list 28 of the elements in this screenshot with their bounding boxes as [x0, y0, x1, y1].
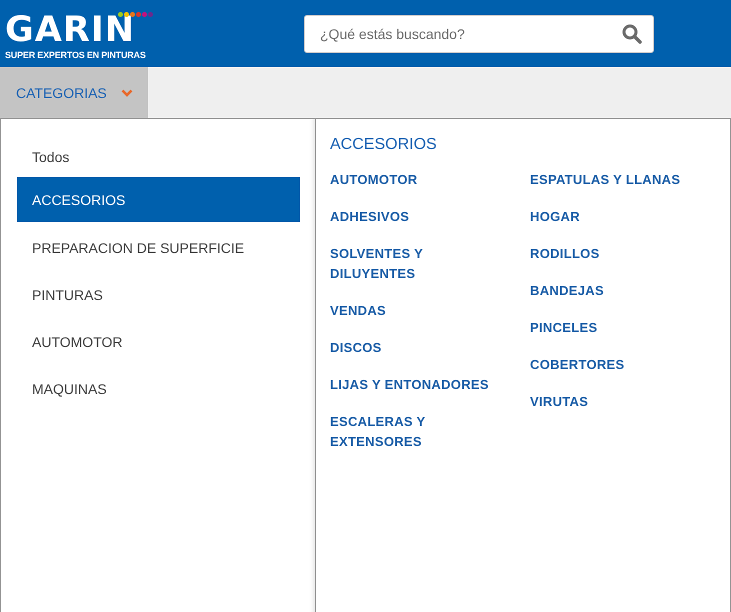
- subcategory-link[interactable]: AUTOMOTOR: [330, 170, 500, 190]
- logo[interactable]: GARIN SUPER EXPERTOS EN PINTURAS: [5, 8, 155, 60]
- logo-tagline: SUPER EXPERTOS EN PINTURAS: [5, 50, 146, 60]
- subcategory-link[interactable]: ESCALERAS Y EXTENSORES: [330, 412, 500, 452]
- logo-name: GARIN: [5, 12, 136, 48]
- category-item[interactable]: PINTURAS: [17, 271, 300, 318]
- subcategory-link[interactable]: LIJAS Y ENTONADORES: [330, 375, 500, 395]
- subcategory-link[interactable]: VIRUTAS: [530, 392, 700, 412]
- categories-button[interactable]: CATEGORIAS: [0, 67, 148, 118]
- subcategory-link[interactable]: PINCELES: [530, 318, 700, 338]
- subcategory-link[interactable]: DISCOS: [330, 338, 500, 358]
- subcategory-link[interactable]: VENDAS: [330, 301, 500, 321]
- subcategory-link[interactable]: RODILLOS: [530, 244, 700, 264]
- category-item[interactable]: MAQUINAS: [17, 365, 300, 412]
- category-item[interactable]: Todos: [17, 141, 300, 177]
- category-item[interactable]: PREPARACION DE SUPERFICIE: [17, 224, 300, 271]
- caret-icon: [120, 88, 133, 96]
- search-icon[interactable]: [622, 24, 642, 44]
- category-item[interactable]: ACCESORIOS: [17, 177, 300, 222]
- subcategory-link[interactable]: SOLVENTES Y DILUYENTES: [330, 244, 500, 284]
- subcategory-link[interactable]: ESPATULAS Y LLANAS: [530, 170, 700, 190]
- subcategory-link[interactable]: BANDEJAS: [530, 281, 700, 301]
- subcategory-link[interactable]: COBERTORES: [530, 355, 700, 375]
- category-item[interactable]: AUTOMOTOR: [17, 318, 300, 365]
- subcategory-link[interactable]: ADHESIVOS: [330, 207, 500, 227]
- search-field[interactable]: ¿Qué estás buscando?: [304, 14, 654, 52]
- section-heading: ACCESORIOS: [330, 136, 438, 154]
- subcategory-link[interactable]: HOGAR: [530, 207, 700, 227]
